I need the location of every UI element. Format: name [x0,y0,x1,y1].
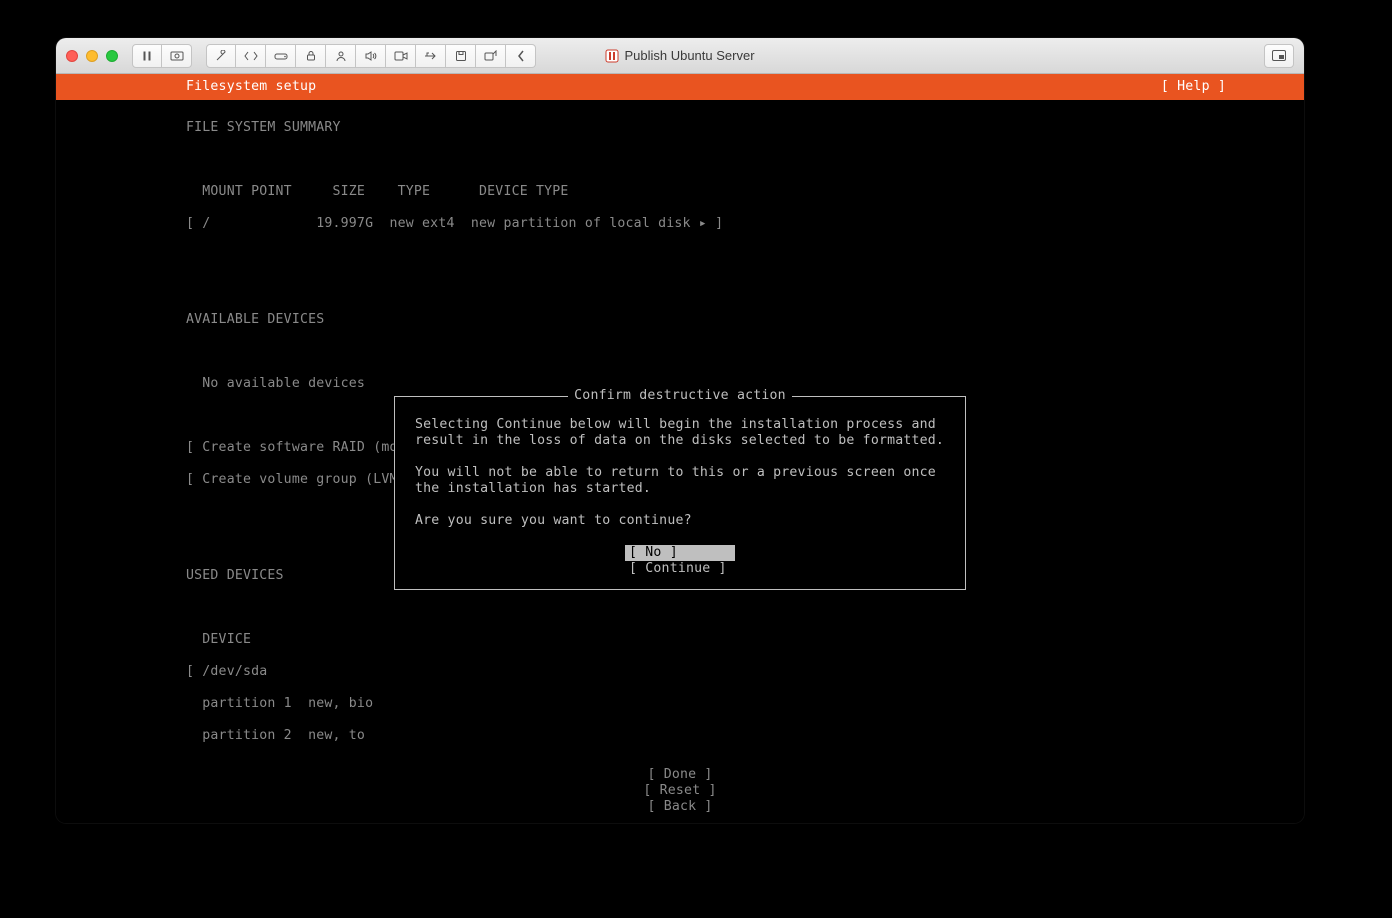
partition-row: partition 1 new, bio [186,696,1304,712]
back-button[interactable]: [ Back ] [56,799,1304,815]
code-icon[interactable] [236,44,266,68]
continue-button[interactable]: [ Continue ] [625,561,735,577]
section-heading: AVAILABLE DEVICES [186,312,1304,328]
dialog-para2: You will not be able to return to this o… [415,465,944,496]
dialog-body: Selecting Continue below will begin the … [395,397,965,529]
wrench-icon[interactable] [206,44,236,68]
save-icon[interactable] [446,44,476,68]
page-title: Filesystem setup [186,79,316,95]
table-header: DEVICE [186,632,1304,648]
sound-icon[interactable] [356,44,386,68]
user-icon[interactable] [326,44,356,68]
reset-button[interactable]: [ Reset ] [56,783,1304,799]
dialog-title: Confirm destructive action [395,388,965,404]
parallels-icon [605,49,619,63]
no-button[interactable]: [ No ] [625,545,735,561]
disk-icon[interactable] [266,44,296,68]
pause-button[interactable] [132,44,162,68]
section-heading: FILE SYSTEM SUMMARY [186,120,1304,136]
device-row[interactable]: [ /dev/sda [186,664,1304,680]
table-header: MOUNT POINT SIZE TYPE DEVICE TYPE [186,184,1304,200]
installer-header: Filesystem setup [ Help ] [56,74,1304,100]
share-icon[interactable] [476,44,506,68]
table-row[interactable]: [ / 19.997G new ext4 new partition of lo… [186,216,1304,232]
minimize-icon[interactable] [86,50,98,62]
dialog-para3: Are you sure you want to continue? [415,513,692,528]
video-icon[interactable] [386,44,416,68]
window-controls [66,50,118,62]
pip-icon[interactable] [1264,44,1294,68]
lock-icon[interactable] [296,44,326,68]
confirm-dialog: Confirm destructive action Selecting Con… [394,396,966,590]
done-button[interactable]: [ Done ] [56,767,1304,783]
help-button[interactable]: [ Help ] [1161,79,1226,95]
footer-buttons: [ Done ] [ Reset ] [ Back ] [56,767,1304,815]
screenshot-button[interactable] [162,44,192,68]
titlebar: Publish Ubuntu Server [56,38,1304,74]
window-title-text: Publish Ubuntu Server [624,48,754,63]
terminal: Filesystem setup [ Help ] FILE SYSTEM SU… [56,74,1304,823]
partition-row: partition 2 new, to [186,728,1304,744]
close-icon[interactable] [66,50,78,62]
zoom-icon[interactable] [106,50,118,62]
dialog-para1: Selecting Continue below will begin the … [415,417,944,448]
app-window: Publish Ubuntu Server Filesystem setup [… [56,38,1304,823]
usb-icon[interactable] [416,44,446,68]
chevron-left-icon[interactable] [506,44,536,68]
